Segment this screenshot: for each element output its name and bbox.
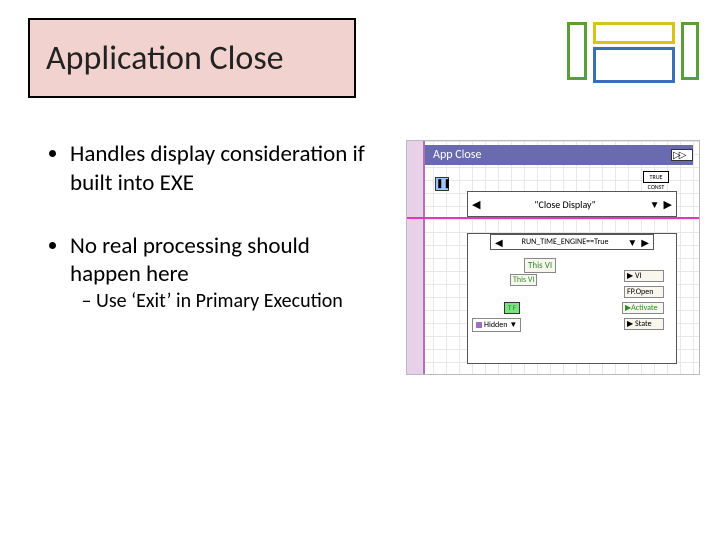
case-selector-outer: ◀ "Close Display" ▼ ▶ bbox=[467, 191, 677, 217]
boolean-constant: T F bbox=[504, 302, 520, 314]
diagram-header: App Close bbox=[425, 145, 693, 165]
chip-green-left bbox=[567, 22, 587, 80]
list-item: Use ‘Exit’ in Primary Execution bbox=[96, 289, 384, 314]
slide-title-box: Application Close bbox=[28, 18, 356, 98]
this-vi-ref-node: This VI bbox=[510, 274, 537, 286]
sequence-rail bbox=[407, 141, 425, 374]
fp-open-node: FP.Open bbox=[624, 286, 664, 298]
true-constant: TRUE CONST bbox=[643, 171, 669, 183]
next-frame-icon bbox=[671, 149, 693, 161]
chevron-down-icon: ▼ bbox=[509, 320, 517, 330]
chip-green-right bbox=[681, 22, 699, 80]
case-structure-inner: ◀ RUN_TIME_ENGINE==True ▼ ▶ This VI This… bbox=[467, 233, 677, 364]
case-label: "Close Display" bbox=[484, 198, 645, 211]
case-body: This VI This VI ▶ VI FP.Open ▶Activate ▶… bbox=[468, 252, 676, 363]
list-item: No real processing should happen here Us… bbox=[70, 232, 384, 315]
case-label: RUN_TIME_ENGINE==True bbox=[507, 237, 624, 247]
state-node: ▶ State bbox=[624, 318, 664, 330]
bullet-list: Handles display consideration if built i… bbox=[44, 140, 384, 510]
chevron-right-icon: ▶ bbox=[641, 236, 649, 249]
list-item: Handles display consideration if built i… bbox=[70, 140, 384, 198]
enum-swatch-icon bbox=[476, 322, 482, 328]
case-selector-inner: ◀ RUN_TIME_ENGINE==True ▼ ▶ bbox=[490, 234, 654, 250]
activate-node: ▶Activate bbox=[622, 302, 664, 314]
bullet-text: No real processing should happen here bbox=[70, 232, 310, 289]
bullet-text: Use ‘Exit’ in Primary Execution bbox=[96, 289, 343, 313]
labview-diagram: App Close TRUE CONST ❚❚ ◀ "Close Display… bbox=[406, 140, 700, 375]
pause-icon: ❚❚ bbox=[435, 177, 449, 191]
chevron-right-icon: ▶ bbox=[664, 198, 672, 211]
chip-blue bbox=[593, 47, 675, 83]
slide-body: Handles display consideration if built i… bbox=[44, 140, 700, 510]
corner-chips bbox=[567, 22, 702, 94]
hidden-label: Hidden bbox=[484, 320, 507, 330]
diagram-header-label: App Close bbox=[433, 148, 481, 162]
chevron-down-icon: ▼ bbox=[650, 198, 660, 211]
chevron-down-icon: ▼ bbox=[627, 236, 637, 249]
hidden-enum-node: Hidden ▼ bbox=[472, 318, 521, 332]
this-vi-node: This VI bbox=[524, 258, 556, 273]
error-wire bbox=[407, 217, 699, 219]
chip-yellow bbox=[593, 22, 675, 44]
slide-title: Application Close bbox=[46, 38, 284, 79]
chevron-left-icon: ◀ bbox=[472, 198, 480, 211]
bullet-text: Handles display consideration if built i… bbox=[70, 140, 365, 197]
chevron-left-icon: ◀ bbox=[495, 236, 503, 249]
vi-property-node: ▶ VI bbox=[624, 270, 664, 282]
